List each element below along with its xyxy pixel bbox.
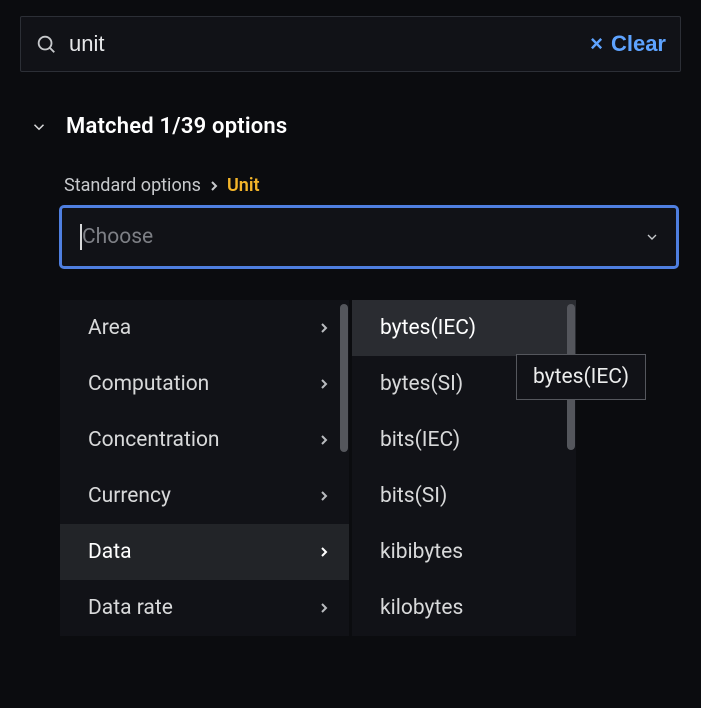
- unit-item[interactable]: bytes(IEC): [352, 300, 576, 356]
- chevron-down-icon[interactable]: [30, 118, 48, 136]
- chevron-down-icon: [644, 229, 660, 245]
- chevron-right-icon: [319, 491, 329, 501]
- unit-select[interactable]: Choose: [60, 206, 678, 268]
- category-item-label: Data rate: [88, 596, 173, 620]
- chevron-right-icon: [319, 435, 329, 445]
- chevron-right-icon: [319, 603, 329, 613]
- category-item-label: Currency: [88, 484, 171, 508]
- category-item[interactable]: Computation: [60, 356, 349, 412]
- tooltip-text: bytes(IEC): [533, 365, 629, 389]
- matched-row: Matched 1/39 options: [20, 114, 681, 139]
- unit-panel: bytes(IEC) bytes(SI) bits(IEC) bits(SI) kibi…: [352, 300, 576, 636]
- chevron-right-icon: [319, 323, 329, 333]
- category-item[interactable]: Data rate: [60, 580, 349, 636]
- search-icon: [35, 33, 57, 55]
- category-item[interactable]: Concentration: [60, 412, 349, 468]
- category-panel: Area Computation Concentration Currency Data…: [60, 300, 349, 636]
- unit-item[interactable]: bits(SI): [352, 468, 576, 524]
- category-item-label: Concentration: [88, 428, 220, 452]
- breadcrumb: Standard options Unit: [20, 175, 681, 196]
- category-item[interactable]: Currency: [60, 468, 349, 524]
- breadcrumb-parent: Standard options: [64, 175, 201, 196]
- tooltip: bytes(IEC): [516, 354, 646, 400]
- close-icon: ×: [590, 33, 603, 55]
- scrollbar[interactable]: [340, 304, 348, 452]
- search-bar[interactable]: × Clear: [20, 16, 681, 72]
- category-item-label: Area: [88, 316, 131, 340]
- category-item[interactable]: Data: [60, 524, 349, 580]
- category-item-label: Data: [88, 540, 132, 564]
- unit-item-label: bits(SI): [380, 484, 447, 508]
- unit-item-label: kilobytes: [380, 596, 463, 620]
- unit-item[interactable]: bits(IEC): [352, 412, 576, 468]
- unit-item-label: bits(IEC): [380, 428, 460, 452]
- chevron-right-icon: [209, 181, 219, 191]
- matched-title: Matched 1/39 options: [66, 114, 287, 139]
- search-input[interactable]: [69, 31, 590, 57]
- unit-select-placeholder: Choose: [82, 225, 644, 249]
- breadcrumb-current: Unit: [227, 175, 260, 196]
- unit-item[interactable]: kilobytes: [352, 580, 576, 636]
- category-item[interactable]: Area: [60, 300, 349, 356]
- clear-button[interactable]: × Clear: [590, 31, 666, 57]
- unit-item[interactable]: kibibytes: [352, 524, 576, 580]
- chevron-right-icon: [319, 379, 329, 389]
- category-item-label: Computation: [88, 372, 209, 396]
- unit-item-label: bytes(IEC): [380, 316, 476, 340]
- clear-label: Clear: [611, 31, 666, 57]
- unit-item-label: bytes(SI): [380, 372, 463, 396]
- chevron-right-icon: [319, 547, 329, 557]
- unit-item-label: kibibytes: [380, 540, 463, 564]
